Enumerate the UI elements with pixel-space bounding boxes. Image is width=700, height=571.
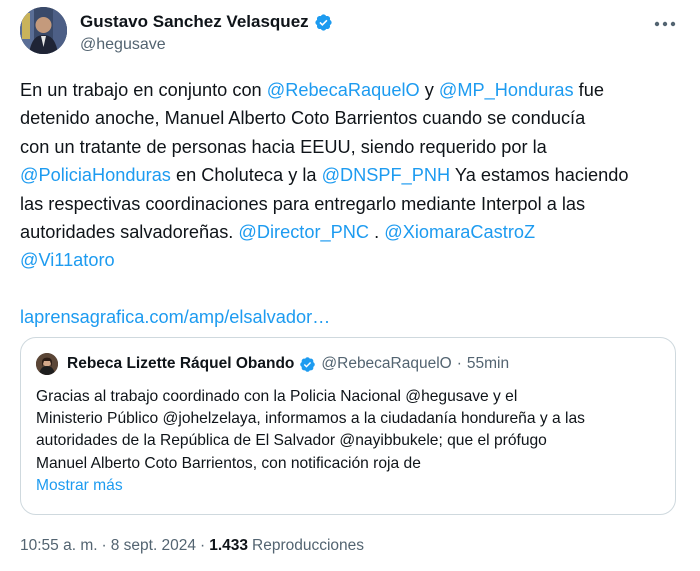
separator-dot: ·	[200, 537, 206, 554]
quoted-header: Rebeca Lizette Ráquel Obando @RebecaRaqu…	[67, 355, 509, 373]
tweet-text-segment: detenido anoche, Manuel Alberto Coto Bar…	[20, 108, 586, 129]
mention-link[interactable]: @RebecaRaquelO	[267, 80, 420, 100]
verified-badge-icon	[314, 13, 333, 32]
quoted-tweet[interactable]: Rebeca Lizette Ráquel Obando @RebecaRaqu…	[20, 337, 676, 515]
mention-link[interactable]: @Director_PNC	[238, 222, 369, 242]
tweet: Gustavo Sanchez Velasquez @hegusave En u…	[0, 0, 700, 571]
tweet-text-line: las respectivas coordinaciones para entr…	[20, 190, 680, 218]
quoted-text-line: Ministerio Público @johelzelaya, informa…	[36, 410, 585, 428]
tweet-text-line: con un tratante de personas hacia EEUU, …	[20, 133, 680, 161]
tweet-text-segment: las respectivas coordinaciones para entr…	[20, 193, 586, 214]
author-handle[interactable]: @hegusave	[80, 36, 166, 54]
tweet-text-segment: en Choluteca y la	[170, 165, 322, 186]
tweet-text-segment: En un trabajo en conjunto con	[20, 80, 267, 100]
mention-link[interactable]: @DNSPF_PNH	[322, 165, 451, 185]
tweet-text-segment: autoridades salvadoreñas.	[20, 221, 239, 242]
more-options-button[interactable]	[652, 14, 678, 34]
tweet-text-segment: .	[369, 221, 385, 242]
quoted-author-avatar[interactable]	[36, 353, 58, 375]
tweet-text-segment: Ya estamos haciendo	[450, 165, 629, 186]
tweet-text-line: @PoliciaHonduras en Choluteca y la @DNSP…	[20, 161, 680, 189]
tweet-text: En un trabajo en conjunto con @RebecaRaq…	[20, 76, 680, 332]
tweet-text-line: En un trabajo en conjunto con @RebecaRaq…	[20, 76, 680, 104]
mention-link[interactable]: @XiomaraCastroZ	[384, 222, 535, 242]
mention-link[interactable]: @Vi11atoro	[20, 250, 115, 270]
tweet-text-line: autoridades salvadoreñas. @Director_PNC …	[20, 218, 680, 246]
mention-link[interactable]: @MP_Honduras	[439, 80, 574, 100]
views-count: 1.433	[209, 537, 249, 554]
show-more-link[interactable]: Mostrar más	[36, 477, 123, 494]
views-label: Reproducciones	[252, 537, 365, 554]
quoted-text-line: Gracias al trabajo coordinado con la Pol…	[36, 388, 518, 405]
quoted-author-handle[interactable]: @RebecaRaquelO	[321, 355, 451, 373]
separator-dot: ·	[456, 355, 462, 372]
quoted-author-name[interactable]: Rebeca Lizette Ráquel Obando	[67, 355, 294, 373]
separator-dot: ·	[101, 537, 107, 554]
tweet-text-segment: con un tratante de personas hacia EEUU, …	[20, 136, 547, 157]
tweet-text-line: @Vi11atoro	[20, 246, 680, 274]
tweet-text-segment: y	[419, 80, 439, 100]
author-name-row: Gustavo Sanchez Velasquez	[80, 12, 333, 32]
quoted-text-line: Manuel Alberto Coto Barrientos, con noti…	[36, 454, 421, 472]
quoted-timestamp[interactable]: 55min	[467, 355, 509, 373]
tweet-text-segment: fue	[573, 80, 604, 100]
tweet-meta: 10:55 a. m. · 8 sept. 2024 · 1.433 Repro…	[20, 537, 364, 555]
author-avatar[interactable]	[20, 7, 67, 54]
more-horizontal-icon	[654, 21, 676, 27]
tweet-text-line: detenido anoche, Manuel Alberto Coto Bar…	[20, 104, 680, 132]
tweet-time[interactable]: 10:55 a. m.	[20, 537, 98, 555]
quoted-text-line: autoridades de la República de El Salvad…	[36, 432, 547, 450]
author-name[interactable]: Gustavo Sanchez Velasquez	[80, 12, 309, 32]
mention-link[interactable]: @PoliciaHonduras	[20, 165, 171, 185]
tweet-date[interactable]: 8 sept. 2024	[111, 537, 196, 555]
tweet-link[interactable]: laprensagrafica.com/amp/elsalvador…	[20, 307, 330, 327]
verified-badge-icon	[299, 356, 316, 373]
quoted-text: Gracias al trabajo coordinado con la Pol…	[36, 386, 666, 497]
